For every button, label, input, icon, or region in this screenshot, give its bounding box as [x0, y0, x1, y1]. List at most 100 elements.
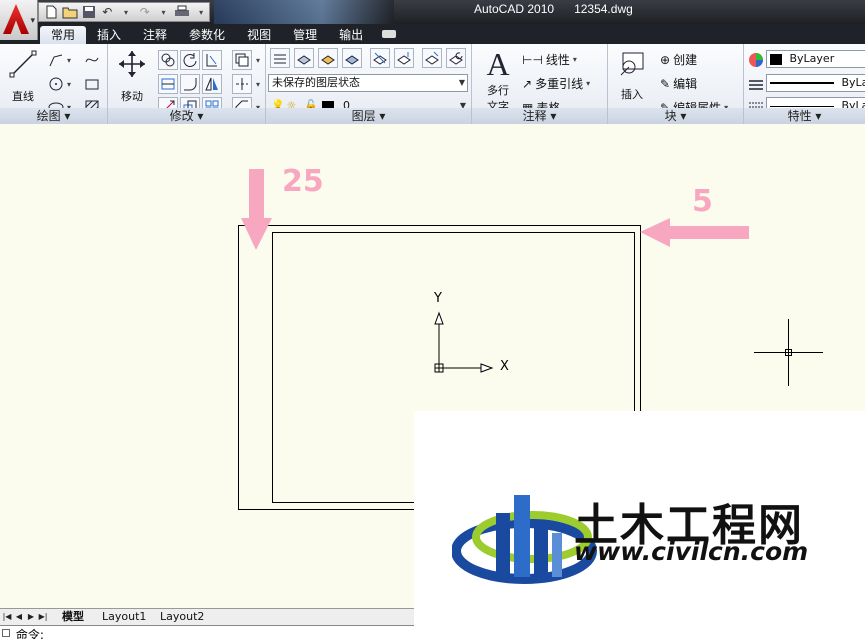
circle-icon[interactable] [46, 74, 66, 94]
tab-annotate[interactable]: 注释 [132, 26, 178, 44]
linear-dimension-button[interactable]: ⊢⊣ 线性 ▾ [522, 51, 577, 68]
edit-block-button[interactable]: ✎ 编辑 [660, 75, 697, 92]
chevron-down-icon: ▼ [458, 78, 465, 87]
next-tab-icon[interactable]: ▶ [26, 611, 36, 623]
layer-properties-icon[interactable] [270, 48, 290, 68]
multileader-icon: ↗ [522, 76, 533, 91]
line-sample-icon [770, 105, 834, 107]
arrow-left-icon [640, 218, 749, 247]
block-panel-title[interactable]: 块 ▾ [608, 108, 743, 124]
save-icon[interactable] [81, 4, 97, 20]
modify-panel-title[interactable]: 修改 ▾ [108, 108, 265, 124]
chevron-down-icon: ▾ [586, 79, 591, 88]
tab-home[interactable]: 常用 [40, 26, 87, 44]
layer-state-icon[interactable] [294, 48, 314, 68]
redo-icon[interactable]: ↷ [137, 4, 153, 20]
color-wheel-icon[interactable] [746, 50, 766, 70]
mtext-button[interactable]: A 多行 文字 [478, 45, 518, 114]
quick-access-toolbar: ↶ ▾ ↷ ▾ ▾ [38, 2, 210, 22]
color-value: ByLayer [789, 52, 835, 65]
customize-qat-icon[interactable]: ▾ [193, 4, 209, 20]
prev-tab-icon[interactable]: ◀ [14, 611, 24, 623]
properties-panel-title[interactable]: 特性 ▾ [744, 108, 865, 124]
modify-panel: 移动 ▾ ▾ ▾ 修改 ▾ [108, 44, 266, 124]
linetype-icon[interactable] [746, 74, 766, 94]
array-mirror-icon[interactable] [202, 74, 222, 94]
plot-icon[interactable] [174, 4, 190, 20]
application-menu-button[interactable]: ▾ [0, 0, 38, 40]
color-swatch-icon [770, 53, 782, 65]
tab-model[interactable]: 模型 [62, 609, 84, 625]
linetype-value: ByLayer [841, 76, 865, 89]
chevron-down-icon: ▾ [572, 55, 577, 64]
create-block-label: 创建 [673, 53, 698, 67]
edit-block-label: 编辑 [673, 77, 698, 91]
layer-freeze-icon[interactable] [394, 48, 414, 68]
move-button[interactable]: 移动 [112, 48, 152, 104]
rotate-icon[interactable] [180, 50, 200, 70]
polyline-dropdown-icon[interactable]: ▾ [64, 50, 74, 70]
rectangle-icon[interactable] [82, 74, 102, 94]
insert-block-button[interactable]: 插入 [612, 48, 652, 102]
color-combo[interactable]: ByLayer [766, 50, 865, 68]
spline-icon[interactable] [82, 50, 102, 70]
polyline-icon[interactable] [46, 50, 66, 70]
arrow-down-icon [241, 169, 272, 250]
tab-manage[interactable]: 管理 [282, 26, 328, 44]
erase-icon[interactable] [232, 50, 252, 70]
layer-unisolate-icon[interactable] [342, 48, 362, 68]
tab-output[interactable]: 输出 [328, 26, 374, 44]
first-tab-icon[interactable]: |◀ [2, 611, 12, 623]
line-button[interactable]: 直线 [3, 48, 43, 104]
layers-panel-title[interactable]: 图层 ▾ [266, 108, 471, 124]
ribbon-minimize-button[interactable] [382, 30, 396, 38]
linetype-combo[interactable]: ByLayer [766, 74, 865, 92]
layer-match-icon[interactable] [422, 48, 442, 68]
tab-view[interactable]: 视图 [236, 26, 282, 44]
layer-isolate-icon[interactable] [318, 48, 338, 68]
watermark-logo: 土木工程网 www.civilcn.com [414, 411, 865, 639]
mtext-label-1: 多行 [487, 84, 509, 97]
mirror-icon[interactable] [158, 74, 178, 94]
layer-off-icon[interactable] [370, 48, 390, 68]
circle-dropdown-icon[interactable]: ▾ [64, 74, 74, 94]
last-tab-icon[interactable]: ▶| [38, 611, 48, 623]
tab-insert[interactable]: 插入 [86, 26, 132, 44]
line-icon [7, 48, 39, 80]
crosshair-cursor-icon [754, 319, 823, 386]
ucs-icon [434, 311, 494, 373]
text-a-icon: A [486, 45, 510, 82]
erase-dropdown-icon[interactable]: ▾ [253, 50, 263, 70]
multileader-button[interactable]: ↗ 多重引线 ▾ [522, 75, 590, 92]
multileader-label: 多重引线 [535, 77, 584, 91]
create-block-icon: ⊕ [660, 52, 671, 67]
tab-parametric[interactable]: 参数化 [178, 26, 236, 44]
explode-dropdown-icon[interactable]: ▾ [253, 74, 263, 94]
ucs-y-label: Y [434, 291, 442, 306]
command-prompt: 命令: [15, 628, 44, 639]
copy-icon[interactable] [158, 50, 178, 70]
edit-block-icon: ✎ [660, 76, 671, 91]
undo-dropdown-icon[interactable]: ▾ [118, 4, 134, 20]
open-folder-icon[interactable] [62, 4, 78, 20]
new-file-icon[interactable] [43, 4, 59, 20]
explode-icon[interactable] [232, 74, 252, 94]
layer-state-combo[interactable]: 未保存的图层状态 ▼ [268, 74, 468, 92]
create-block-button[interactable]: ⊕ 创建 [660, 51, 697, 68]
fillet-icon[interactable] [180, 74, 200, 94]
insert-block-icon [616, 48, 648, 80]
annotation-panel: A 多行 文字 ⊢⊣ 线性 ▾ ↗ 多重引线 ▾ ▦ 表格 注释 ▾ [472, 44, 608, 124]
layers-panel: 未保存的图层状态 ▼ 💡 ☼ 🔓 0 ▼ 图层 ▾ [266, 44, 472, 124]
ribbon-tab-bar: 常用 插入 注释 参数化 视图 管理 输出 [0, 24, 865, 44]
undo-icon[interactable]: ↶ [99, 4, 115, 20]
redo-dropdown-icon[interactable]: ▾ [156, 4, 172, 20]
trim-icon[interactable] [202, 50, 222, 70]
layer-previous-icon[interactable] [446, 48, 466, 68]
tab-layout1[interactable]: Layout1 [102, 609, 146, 625]
watermark-url: www.civilcn.com [574, 537, 809, 566]
linear-dimension-icon: ⊢⊣ [522, 52, 543, 67]
autocad-logo-icon [3, 4, 29, 34]
tab-layout2[interactable]: Layout2 [160, 609, 204, 625]
annotation-panel-title[interactable]: 注释 ▾ [472, 108, 607, 124]
draw-panel-title[interactable]: 绘图 ▾ [0, 108, 107, 124]
